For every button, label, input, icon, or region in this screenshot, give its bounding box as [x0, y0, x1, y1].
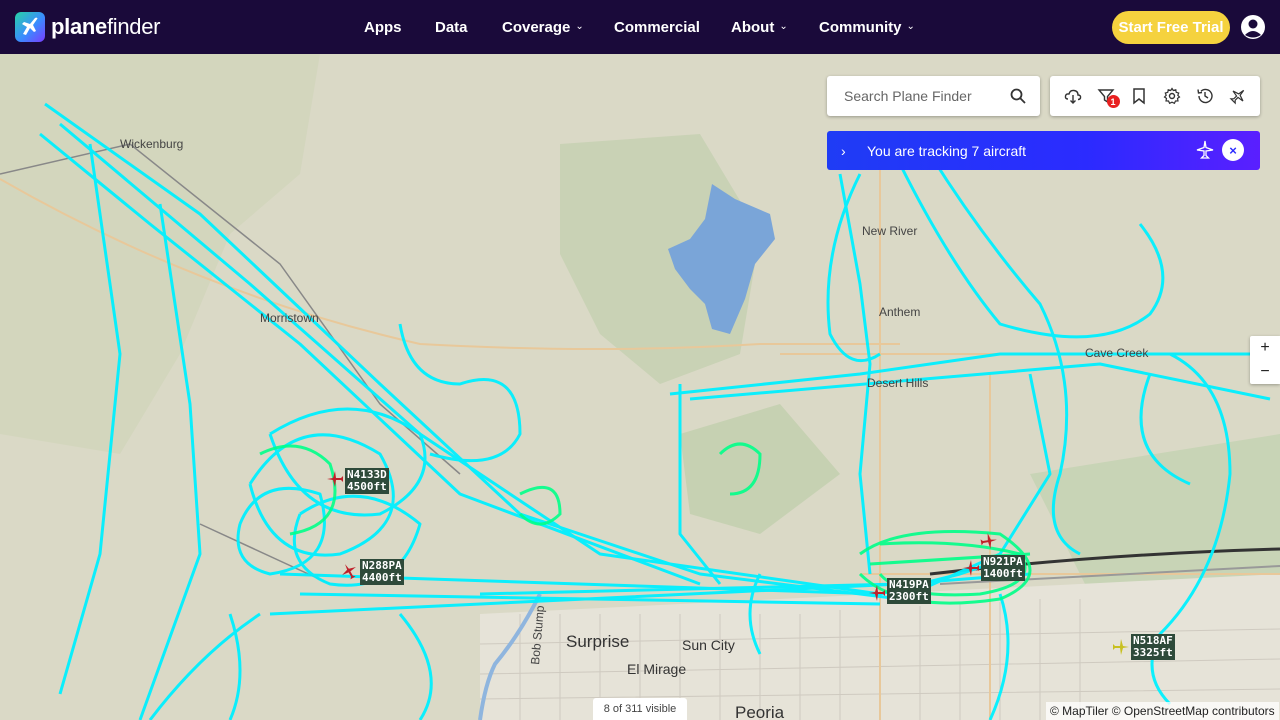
place-sun-city: Sun City [682, 637, 735, 653]
close-tracking-button[interactable]: × [1222, 139, 1244, 161]
visible-aircraft-count: 8 of 311 visible [593, 698, 687, 720]
plane-settings-icon[interactable] [1228, 87, 1247, 105]
airplane-icon [1196, 140, 1214, 159]
chevron-down-icon: ⌄ [575, 20, 584, 32]
filter-count-badge: 1 [1106, 95, 1120, 108]
nav-data[interactable]: Data [435, 19, 468, 36]
place-surprise: Surprise [566, 632, 630, 651]
place-morristown: Morristown [260, 311, 319, 325]
settings-icon[interactable] [1163, 87, 1181, 105]
nav-coverage[interactable]: Coverage ⌄ [502, 19, 584, 36]
place-wickenburg: Wickenburg [120, 137, 184, 151]
planefinder-logo[interactable]: planefinder [15, 12, 161, 42]
map-attribution[interactable]: © MapTiler © OpenStreetMap contributors [1046, 702, 1279, 720]
aircraft-plane-icon[interactable] [340, 562, 358, 580]
place-peoria: Peoria [735, 703, 785, 720]
zoom-control: + − [1250, 336, 1280, 384]
aircraft-label-n419pa[interactable]: N419PA 2300ft [887, 578, 931, 604]
aircraft-plane-icon[interactable] [962, 559, 980, 577]
cloud-radar-icon[interactable] [1064, 87, 1082, 105]
map-toolbar: 1 [1050, 76, 1260, 116]
plane-logo-icon [15, 12, 45, 42]
filter-button[interactable]: 1 [1096, 87, 1120, 108]
nav-community[interactable]: Community ⌄ [819, 19, 915, 36]
brand-name: planefinder [51, 14, 161, 39]
bookmark-icon[interactable] [1130, 87, 1148, 105]
place-anthem: Anthem [879, 305, 921, 319]
place-desert-hills: Desert Hills [867, 376, 929, 390]
place-el-mirage: El Mirage [627, 661, 687, 677]
account-icon[interactable] [1240, 14, 1266, 40]
top-navigation-bar: planefinder Apps Data Coverage ⌄ Commerci… [0, 0, 1280, 54]
zoom-out-button[interactable]: − [1250, 360, 1280, 384]
aircraft-label-n518af[interactable]: N518AF 3325ft [1131, 634, 1175, 660]
chevron-down-icon: ⌄ [779, 20, 788, 32]
search-input[interactable] [842, 87, 1006, 105]
nav-commercial[interactable]: Commercial [614, 19, 700, 36]
tracking-text: You are tracking 7 aircraft [867, 142, 1027, 159]
tracking-banner[interactable]: › You are tracking 7 aircraft × [827, 131, 1260, 170]
aircraft-plane-icon[interactable] [1112, 638, 1130, 656]
search-icon[interactable] [1010, 88, 1026, 104]
aircraft-plane-icon[interactable] [980, 532, 998, 550]
start-free-trial-button[interactable]: Start Free Trial [1112, 11, 1230, 44]
chevron-down-icon: ⌄ [906, 20, 915, 32]
aircraft-plane-icon[interactable] [326, 470, 344, 488]
history-icon[interactable] [1196, 87, 1214, 105]
chevron-right-icon[interactable]: › [841, 143, 853, 159]
nav-apps[interactable]: Apps [364, 19, 402, 36]
aircraft-label-n4133d[interactable]: N4133D 4500ft [345, 468, 389, 494]
aircraft-label-n921pa[interactable]: N921PA 1400ft [981, 555, 1025, 581]
zoom-in-button[interactable]: + [1250, 336, 1280, 360]
search-box [827, 76, 1040, 116]
aircraft-plane-icon[interactable] [868, 584, 886, 602]
aircraft-label-n288pa[interactable]: N288PA 4400ft [360, 559, 404, 585]
place-new-river: New River [862, 224, 918, 238]
nav-about[interactable]: About ⌄ [731, 19, 788, 36]
place-cave-creek: Cave Creek [1085, 346, 1149, 360]
